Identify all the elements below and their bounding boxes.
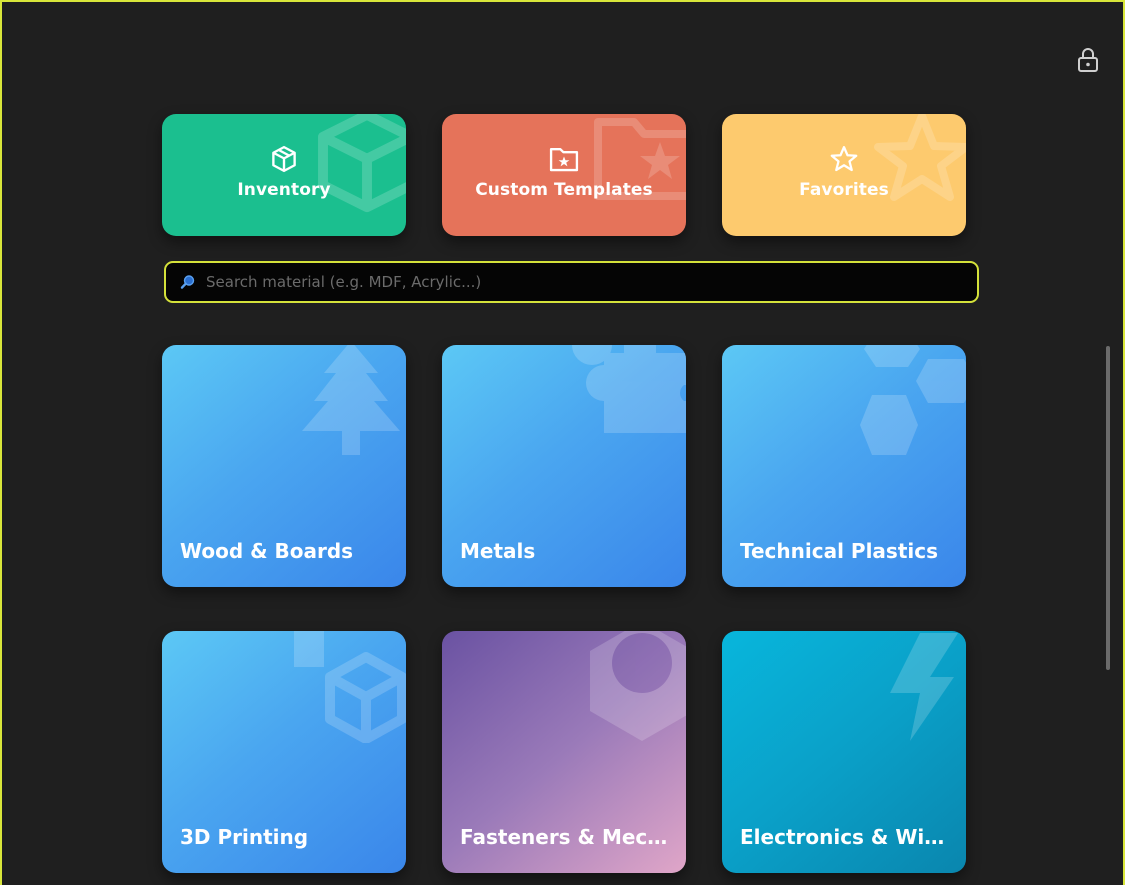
hexagon-icon bbox=[860, 345, 966, 455]
lock-icon[interactable] bbox=[1076, 46, 1100, 74]
tree-icon bbox=[302, 345, 400, 455]
star-icon bbox=[830, 146, 858, 172]
inventory-tile[interactable]: Inventory bbox=[162, 114, 406, 236]
custom-templates-label: Custom Templates bbox=[475, 180, 653, 200]
cube-icon bbox=[294, 631, 406, 743]
gear-icon bbox=[572, 345, 686, 433]
category-wood-boards[interactable]: Wood & Boards bbox=[162, 345, 406, 587]
inventory-label: Inventory bbox=[237, 180, 331, 200]
search-input[interactable] bbox=[204, 272, 977, 292]
folder-star-icon bbox=[549, 147, 579, 172]
category-electronics-wiring[interactable]: Electronics & Wiri... bbox=[722, 631, 966, 873]
box-icon bbox=[272, 145, 296, 173]
category-label: Fasteners & Mech... bbox=[460, 825, 670, 849]
category-technical-plastics[interactable]: Technical Plastics bbox=[722, 345, 966, 587]
category-label: Wood & Boards bbox=[180, 539, 354, 563]
favorites-label: Favorites bbox=[799, 180, 889, 200]
scrollbar-thumb[interactable] bbox=[1106, 346, 1110, 670]
category-label: Technical Plastics bbox=[740, 539, 938, 563]
favorites-tile[interactable]: Favorites bbox=[722, 114, 966, 236]
category-label: Metals bbox=[460, 539, 536, 563]
hex-nut-icon bbox=[590, 631, 686, 741]
category-label: 3D Printing bbox=[180, 825, 309, 849]
category-fasteners-mechanics[interactable]: Fasteners & Mech... bbox=[442, 631, 686, 873]
search-icon bbox=[180, 273, 198, 291]
search-bar[interactable] bbox=[164, 261, 979, 303]
lightning-icon bbox=[890, 633, 958, 741]
category-metals[interactable]: Metals bbox=[442, 345, 686, 587]
app-window: Inventory Custom Templates Favorites Sea… bbox=[0, 0, 1125, 885]
category-label: Electronics & Wiri... bbox=[740, 825, 950, 849]
category-3d-printing[interactable]: 3D Printing bbox=[162, 631, 406, 873]
custom-templates-tile[interactable]: Custom Templates bbox=[442, 114, 686, 236]
